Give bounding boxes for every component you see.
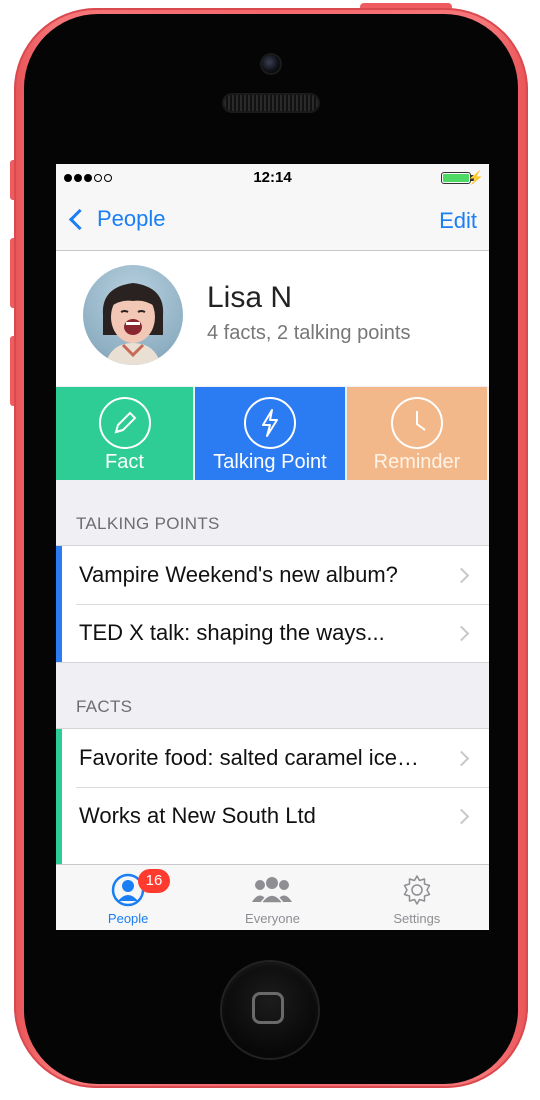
chevron-right-icon — [453, 750, 470, 767]
list-item[interactable]: Favorite food: salted caramel ice… — [56, 729, 489, 787]
facts-list: Favorite food: salted caramel ice… Works… — [56, 728, 489, 870]
chevron-left-icon — [68, 208, 91, 230]
list-item-label: TED X talk: shaping the ways... — [79, 620, 385, 645]
contact-name: Lisa N — [207, 281, 293, 314]
notification-badge: 16 — [138, 869, 170, 893]
tab-people[interactable]: 16 People — [56, 865, 200, 930]
gear-icon — [403, 875, 431, 905]
charging-bolt-icon: ⚡ — [467, 170, 484, 185]
facts-header: FACTS — [76, 697, 133, 716]
edit-button[interactable]: Edit — [439, 208, 477, 234]
screen: 12:14 ⚡ People Edit Lisa N 4 facts, 2 ta… — [56, 164, 489, 930]
tab-label: Everyone — [245, 911, 300, 926]
chevron-right-icon — [453, 808, 470, 825]
home-button — [222, 962, 318, 1058]
list-item-label: Favorite food: salted caramel ice… — [79, 745, 419, 770]
contact-summary: 4 facts, 2 talking points — [207, 322, 411, 344]
earpiece-speaker — [224, 95, 318, 111]
battery-icon — [441, 172, 471, 184]
list-item-label: Works at New South Ltd — [79, 803, 316, 828]
add-fact-label: Fact — [105, 451, 144, 473]
tab-settings[interactable]: Settings — [345, 865, 489, 930]
tab-everyone[interactable]: Everyone — [200, 865, 344, 930]
front-camera — [262, 55, 280, 73]
list-item[interactable]: Vampire Weekend's new album? — [56, 546, 489, 604]
lightning-icon — [244, 397, 296, 449]
add-fact-button[interactable]: Fact — [56, 387, 195, 480]
list-item[interactable]: TED X talk: shaping the ways... — [56, 604, 489, 662]
status-bar: 12:14 ⚡ — [56, 164, 489, 192]
profile-photo — [102, 283, 164, 365]
add-reminder-button[interactable]: Reminder — [347, 387, 487, 480]
navigation-bar: People Edit — [56, 192, 489, 251]
list-item[interactable]: Works at New South Ltd — [56, 787, 489, 845]
pencil-icon — [98, 397, 151, 449]
group-icon — [252, 877, 293, 904]
tab-label: Settings — [393, 911, 441, 926]
tab-bar: 16 People Everyone Settings — [56, 864, 489, 930]
status-time: 12:14 — [253, 169, 292, 186]
add-talking-point-button[interactable]: Talking Point — [195, 387, 347, 480]
profile-header: Lisa N 4 facts, 2 talking points — [56, 251, 489, 386]
talking-points-list: Vampire Weekend's new album? TED X talk:… — [56, 545, 489, 663]
tab-label: People — [107, 911, 149, 926]
avatar — [83, 265, 183, 365]
add-talking-point-label: Talking Point — [213, 451, 327, 473]
clock-icon — [391, 397, 443, 449]
add-reminder-label: Reminder — [373, 451, 461, 473]
list-item-label: Vampire Weekend's new album? — [79, 562, 398, 587]
back-button[interactable]: People — [66, 206, 166, 232]
action-buttons: Fact Talking Point Reminder — [56, 387, 489, 480]
chevron-right-icon — [453, 625, 470, 642]
talking-points-header: TALKING POINTS — [76, 514, 220, 533]
back-button-label: People — [97, 206, 166, 231]
chevron-right-icon — [453, 567, 470, 584]
